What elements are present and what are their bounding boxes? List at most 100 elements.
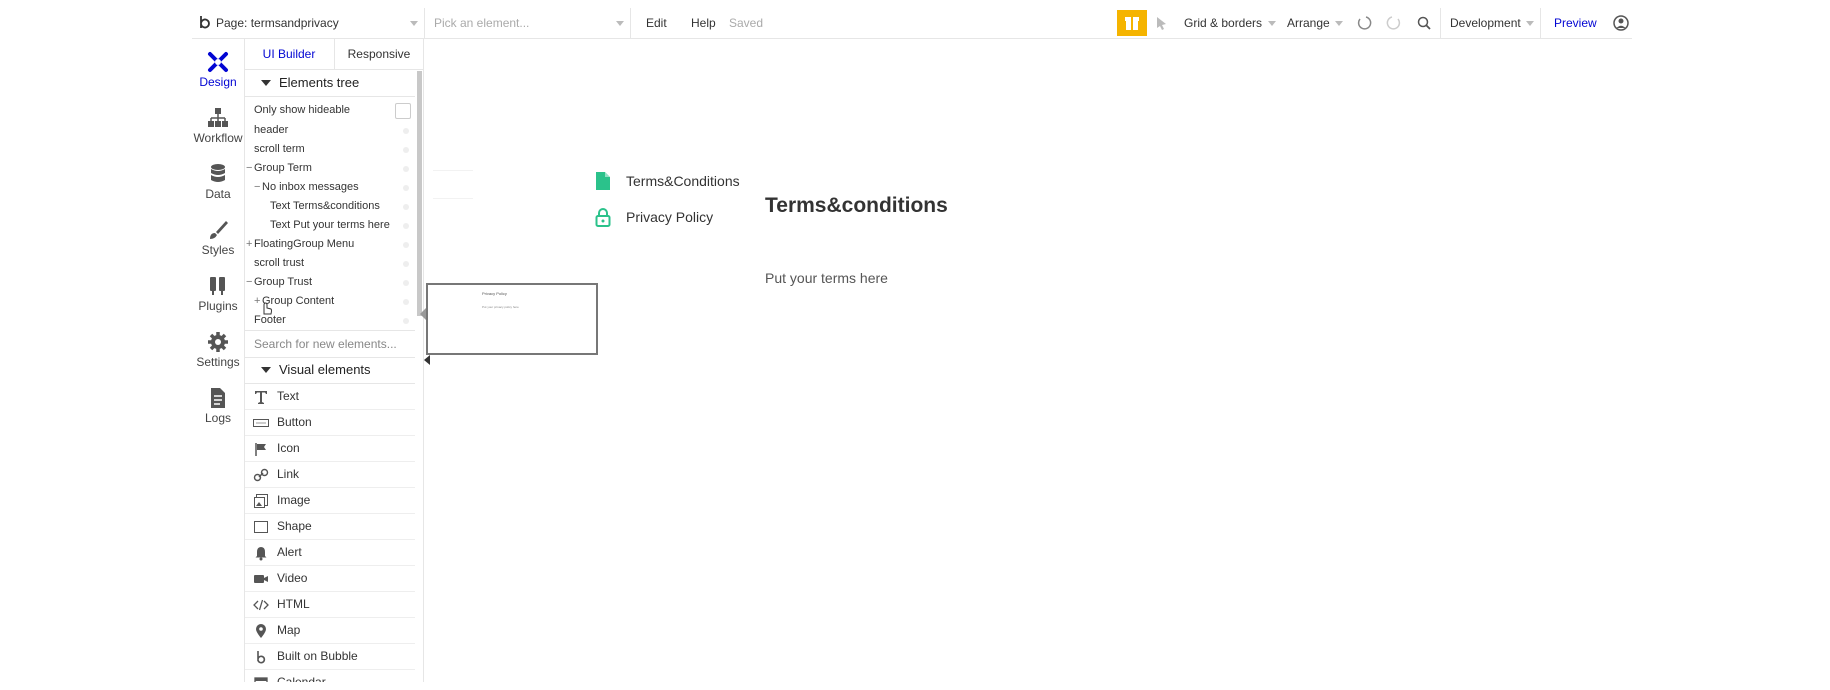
collapse-toggle[interactable]: −	[246, 273, 252, 292]
eye-icon[interactable]	[403, 299, 409, 305]
bubble-logo-icon[interactable]	[198, 8, 212, 38]
eye-icon[interactable]	[403, 261, 409, 267]
eye-icon[interactable]	[403, 147, 409, 153]
triangle-down-icon	[261, 367, 271, 373]
tab-responsive[interactable]: Responsive	[334, 39, 423, 69]
tree-item[interactable]: Text Put your terms here	[245, 216, 415, 235]
page-selector[interactable]: Page: termsandprivacy	[216, 8, 339, 38]
palette-item-label: Link	[277, 467, 300, 481]
eye-icon[interactable]	[403, 128, 409, 134]
only-show-hideable-row[interactable]: Only show hideable	[245, 101, 415, 120]
elements-tree-header[interactable]: Elements tree	[245, 70, 415, 97]
tree-item[interactable]: header	[245, 121, 415, 140]
help-menu[interactable]: Help	[691, 8, 716, 38]
palette-item-label: Video	[277, 571, 308, 585]
palette-item-link[interactable]: Link	[245, 462, 415, 488]
palette-item-shape[interactable]: Shape	[245, 514, 415, 540]
redo-icon[interactable]	[1386, 8, 1402, 38]
hand-cursor-icon	[261, 301, 273, 320]
design-icon	[208, 52, 228, 72]
bubble-logo-icon	[257, 651, 266, 664]
panel-tabs: UI Builder Responsive	[245, 39, 423, 70]
tree-item[interactable]: scroll term	[245, 140, 415, 159]
preview-button[interactable]: Preview	[1554, 8, 1597, 38]
edit-menu[interactable]: Edit	[646, 8, 667, 38]
grid-borders-menu[interactable]: Grid & borders	[1184, 8, 1262, 38]
palette-item-built-on-bubble[interactable]: Built on Bubble	[245, 644, 415, 670]
palette-item-text[interactable]: Text	[245, 384, 415, 410]
terms-body-text[interactable]: Put your terms here	[765, 270, 888, 286]
guide-line	[433, 198, 473, 199]
terms-heading[interactable]: Terms&conditions	[765, 194, 948, 218]
eye-icon[interactable]	[403, 242, 409, 248]
eye-icon[interactable]	[403, 223, 409, 229]
arrange-menu[interactable]: Arrange	[1287, 8, 1330, 38]
eye-icon[interactable]	[403, 185, 409, 191]
chevron-down-icon[interactable]	[1335, 21, 1343, 26]
rail-workflow[interactable]: Workflow	[192, 101, 244, 155]
lock-icon	[595, 208, 611, 227]
tree-item[interactable]: + FloatingGroup Menu	[245, 235, 415, 254]
visual-elements-title: Visual elements	[279, 362, 371, 377]
palette-item-calendar[interactable]: Calendar	[245, 670, 415, 682]
expand-toggle[interactable]: +	[246, 235, 252, 254]
collapse-panel-icon[interactable]	[424, 355, 430, 365]
rail-label: Workflow	[193, 131, 243, 145]
tree-item[interactable]: Text Terms&conditions	[245, 197, 415, 216]
eye-icon[interactable]	[403, 318, 409, 324]
gear-icon	[208, 332, 228, 352]
calendar-icon	[254, 677, 268, 682]
palette-item-label: Icon	[277, 441, 300, 455]
element-search-input[interactable]: Search for new elements...	[245, 330, 415, 358]
element-picker[interactable]: Pick an element...	[434, 8, 529, 38]
chevron-down-icon[interactable]	[410, 21, 418, 26]
tree-item[interactable]: scroll trust	[245, 254, 415, 273]
tree-item-label: FloatingGroup Menu	[254, 238, 355, 250]
palette-item-image[interactable]: Image	[245, 488, 415, 514]
brush-icon	[210, 221, 228, 239]
palette-item-alert[interactable]: Alert	[245, 540, 415, 566]
palette-item-html[interactable]: HTML	[245, 592, 415, 618]
rail-logs[interactable]: Logs	[192, 381, 244, 435]
cursor-icon[interactable]	[1154, 8, 1170, 38]
environment-selector[interactable]: Development	[1450, 8, 1521, 38]
search-icon[interactable]	[1416, 8, 1432, 38]
ui-builder-panel: UI Builder Responsive Elements tree Only…	[245, 39, 424, 682]
rail-settings[interactable]: Settings	[192, 325, 244, 379]
divider	[424, 8, 425, 38]
rail-design[interactable]: Design	[192, 45, 244, 99]
tree-scrollbar[interactable]	[417, 71, 422, 316]
rail-data[interactable]: Data	[192, 157, 244, 211]
editor-window: Page: termsandprivacy Pick an element...…	[192, 8, 1632, 682]
eye-icon[interactable]	[403, 280, 409, 286]
visual-elements-header[interactable]: Visual elements	[245, 357, 415, 384]
user-account-icon[interactable]	[1612, 8, 1630, 38]
tree-item-label: header	[254, 124, 289, 136]
gift-icon[interactable]	[1117, 10, 1147, 36]
chevron-down-icon[interactable]	[616, 21, 624, 26]
collapse-toggle[interactable]: −	[246, 159, 252, 178]
collapse-toggle[interactable]: −	[254, 178, 260, 197]
divider	[1440, 8, 1441, 38]
expand-toggle[interactable]: +	[254, 292, 260, 311]
page-canvas[interactable]	[424, 39, 1632, 682]
eye-icon[interactable]	[403, 204, 409, 210]
palette-item-map[interactable]: Map	[245, 618, 415, 644]
palette-item-button[interactable]: Button	[245, 410, 415, 436]
element-hover-preview: Privacy Policy Put your privacy policy h…	[426, 283, 598, 355]
palette-item-label: Map	[277, 623, 301, 637]
only-show-hideable-checkbox[interactable]	[395, 103, 411, 119]
undo-icon[interactable]	[1356, 8, 1372, 38]
chevron-down-icon[interactable]	[1268, 21, 1276, 26]
palette-item-icon[interactable]: Icon	[245, 436, 415, 462]
rail-styles[interactable]: Styles	[192, 213, 244, 267]
tree-item[interactable]: − Group Term	[245, 159, 415, 178]
chevron-down-icon[interactable]	[1526, 21, 1534, 26]
tab-ui-builder[interactable]: UI Builder	[245, 39, 333, 69]
eye-icon[interactable]	[403, 166, 409, 172]
rail-plugins[interactable]: Plugins	[192, 269, 244, 323]
palette-item-video[interactable]: Video	[245, 566, 415, 592]
tree-item[interactable]: − No inbox messages	[245, 178, 415, 197]
rail-label: Logs	[204, 411, 232, 425]
tree-item[interactable]: − Group Trust	[245, 273, 415, 292]
